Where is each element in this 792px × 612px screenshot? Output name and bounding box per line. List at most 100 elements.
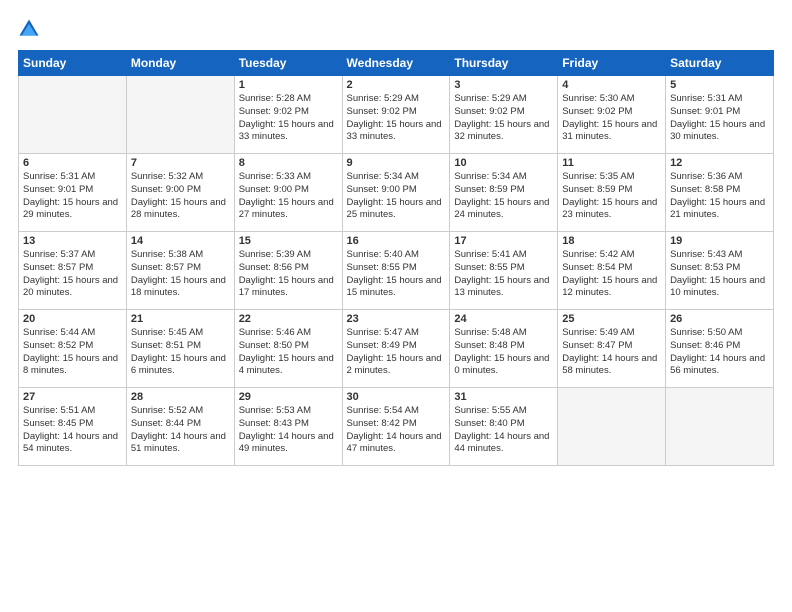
calendar-cell: 1 Sunrise: 5:28 AM Sunset: 9:02 PM Daylig… (234, 76, 342, 154)
day-info: Sunrise: 5:49 AM Sunset: 8:47 PM Dayligh… (562, 327, 661, 378)
day-info: Sunrise: 5:35 AM Sunset: 8:59 PM Dayligh… (562, 171, 661, 222)
day-info: Sunrise: 5:31 AM Sunset: 9:01 PM Dayligh… (670, 93, 769, 144)
calendar-cell: 12 Sunrise: 5:36 AM Sunset: 8:58 PM Dayli… (666, 154, 774, 232)
calendar-header-thursday: Thursday (450, 51, 558, 76)
day-info: Sunrise: 5:43 AM Sunset: 8:53 PM Dayligh… (670, 249, 769, 300)
page: SundayMondayTuesdayWednesdayThursdayFrid… (0, 0, 792, 612)
day-number: 5 (670, 79, 769, 91)
calendar-cell: 20 Sunrise: 5:44 AM Sunset: 8:52 PM Dayli… (19, 310, 127, 388)
day-info: Sunrise: 5:39 AM Sunset: 8:56 PM Dayligh… (239, 249, 338, 300)
day-info: Sunrise: 5:45 AM Sunset: 8:51 PM Dayligh… (131, 327, 230, 378)
day-info: Sunrise: 5:33 AM Sunset: 9:00 PM Dayligh… (239, 171, 338, 222)
calendar-week-row: 13 Sunrise: 5:37 AM Sunset: 8:57 PM Dayli… (19, 232, 774, 310)
day-info: Sunrise: 5:55 AM Sunset: 8:40 PM Dayligh… (454, 405, 553, 456)
day-number: 12 (670, 157, 769, 169)
calendar-header-saturday: Saturday (666, 51, 774, 76)
day-number: 10 (454, 157, 553, 169)
calendar-cell: 3 Sunrise: 5:29 AM Sunset: 9:02 PM Daylig… (450, 76, 558, 154)
day-number: 17 (454, 235, 553, 247)
day-info: Sunrise: 5:31 AM Sunset: 9:01 PM Dayligh… (23, 171, 122, 222)
day-info: Sunrise: 5:30 AM Sunset: 9:02 PM Dayligh… (562, 93, 661, 144)
day-number: 4 (562, 79, 661, 91)
day-info: Sunrise: 5:38 AM Sunset: 8:57 PM Dayligh… (131, 249, 230, 300)
day-info: Sunrise: 5:47 AM Sunset: 8:49 PM Dayligh… (347, 327, 446, 378)
calendar-cell: 24Sunrise: 5:48 AM Sunset: 8:48 PM Dayli… (450, 310, 558, 388)
calendar-cell: 16 Sunrise: 5:40 AM Sunset: 8:55 PM Dayli… (342, 232, 450, 310)
day-info: Sunrise: 5:40 AM Sunset: 8:55 PM Dayligh… (347, 249, 446, 300)
calendar-cell: 21 Sunrise: 5:45 AM Sunset: 8:51 PM Dayli… (126, 310, 234, 388)
calendar-cell: 22 Sunrise: 5:46 AM Sunset: 8:50 PM Dayli… (234, 310, 342, 388)
calendar-cell: 10 Sunrise: 5:34 AM Sunset: 8:59 PM Dayli… (450, 154, 558, 232)
day-number: 11 (562, 157, 661, 169)
day-info: Sunrise: 5:28 AM Sunset: 9:02 PM Dayligh… (239, 93, 338, 144)
day-number: 19 (670, 235, 769, 247)
day-number: 2 (347, 79, 446, 91)
day-number: 21 (131, 313, 230, 325)
calendar-cell: 18Sunrise: 5:42 AM Sunset: 8:54 PM Dayli… (558, 232, 666, 310)
calendar-cell: 28 Sunrise: 5:52 AM Sunset: 8:44 PM Dayli… (126, 388, 234, 466)
day-info: Sunrise: 5:52 AM Sunset: 8:44 PM Dayligh… (131, 405, 230, 456)
calendar-cell: 19 Sunrise: 5:43 AM Sunset: 8:53 PM Dayli… (666, 232, 774, 310)
day-number: 6 (23, 157, 122, 169)
calendar-cell (19, 76, 127, 154)
day-number: 9 (347, 157, 446, 169)
day-info: Sunrise: 5:44 AM Sunset: 8:52 PM Dayligh… (23, 327, 122, 378)
calendar-cell: 6 Sunrise: 5:31 AM Sunset: 9:01 PM Daylig… (19, 154, 127, 232)
calendar-cell: 30Sunrise: 5:54 AM Sunset: 8:42 PM Dayli… (342, 388, 450, 466)
day-number: 14 (131, 235, 230, 247)
calendar-cell: 13 Sunrise: 5:37 AM Sunset: 8:57 PM Dayli… (19, 232, 127, 310)
calendar-header-friday: Friday (558, 51, 666, 76)
day-number: 20 (23, 313, 122, 325)
calendar-cell: 29 Sunrise: 5:53 AM Sunset: 8:43 PM Dayli… (234, 388, 342, 466)
calendar-header-monday: Monday (126, 51, 234, 76)
day-number: 30 (347, 391, 446, 403)
calendar-cell: 4 Sunrise: 5:30 AM Sunset: 9:02 PM Daylig… (558, 76, 666, 154)
calendar-cell: 7Sunrise: 5:32 AM Sunset: 9:00 PM Daylig… (126, 154, 234, 232)
calendar-cell: 17 Sunrise: 5:41 AM Sunset: 8:55 PM Dayli… (450, 232, 558, 310)
day-info: Sunrise: 5:48 AM Sunset: 8:48 PM Dayligh… (454, 327, 553, 378)
calendar-cell (558, 388, 666, 466)
day-info: Sunrise: 5:34 AM Sunset: 9:00 PM Dayligh… (347, 171, 446, 222)
day-info: Sunrise: 5:37 AM Sunset: 8:57 PM Dayligh… (23, 249, 122, 300)
day-info: Sunrise: 5:51 AM Sunset: 8:45 PM Dayligh… (23, 405, 122, 456)
calendar-week-row: 27Sunrise: 5:51 AM Sunset: 8:45 PM Dayli… (19, 388, 774, 466)
day-info: Sunrise: 5:29 AM Sunset: 9:02 PM Dayligh… (454, 93, 553, 144)
day-number: 1 (239, 79, 338, 91)
calendar-cell: 31 Sunrise: 5:55 AM Sunset: 8:40 PM Dayli… (450, 388, 558, 466)
calendar-header-sunday: Sunday (19, 51, 127, 76)
calendar-week-row: 20 Sunrise: 5:44 AM Sunset: 8:52 PM Dayli… (19, 310, 774, 388)
day-number: 29 (239, 391, 338, 403)
day-number: 22 (239, 313, 338, 325)
calendar-cell: 27Sunrise: 5:51 AM Sunset: 8:45 PM Dayli… (19, 388, 127, 466)
day-number: 13 (23, 235, 122, 247)
calendar-cell: 11 Sunrise: 5:35 AM Sunset: 8:59 PM Dayli… (558, 154, 666, 232)
calendar-header-row: SundayMondayTuesdayWednesdayThursdayFrid… (19, 51, 774, 76)
day-info: Sunrise: 5:46 AM Sunset: 8:50 PM Dayligh… (239, 327, 338, 378)
day-number: 25 (562, 313, 661, 325)
day-info: Sunrise: 5:29 AM Sunset: 9:02 PM Dayligh… (347, 93, 446, 144)
day-info: Sunrise: 5:36 AM Sunset: 8:58 PM Dayligh… (670, 171, 769, 222)
day-info: Sunrise: 5:53 AM Sunset: 8:43 PM Dayligh… (239, 405, 338, 456)
calendar-week-row: 6 Sunrise: 5:31 AM Sunset: 9:01 PM Daylig… (19, 154, 774, 232)
calendar-cell: 8 Sunrise: 5:33 AM Sunset: 9:00 PM Daylig… (234, 154, 342, 232)
logo (18, 18, 44, 40)
day-number: 3 (454, 79, 553, 91)
calendar-cell: 9 Sunrise: 5:34 AM Sunset: 9:00 PM Daylig… (342, 154, 450, 232)
day-info: Sunrise: 5:41 AM Sunset: 8:55 PM Dayligh… (454, 249, 553, 300)
day-number: 28 (131, 391, 230, 403)
calendar-week-row: 1 Sunrise: 5:28 AM Sunset: 9:02 PM Daylig… (19, 76, 774, 154)
calendar-cell: 15Sunrise: 5:39 AM Sunset: 8:56 PM Dayli… (234, 232, 342, 310)
day-info: Sunrise: 5:34 AM Sunset: 8:59 PM Dayligh… (454, 171, 553, 222)
day-number: 8 (239, 157, 338, 169)
day-number: 7 (131, 157, 230, 169)
calendar-cell: 26 Sunrise: 5:50 AM Sunset: 8:46 PM Dayli… (666, 310, 774, 388)
day-number: 23 (347, 313, 446, 325)
day-number: 26 (670, 313, 769, 325)
calendar-cell (666, 388, 774, 466)
calendar-cell: 25 Sunrise: 5:49 AM Sunset: 8:47 PM Dayli… (558, 310, 666, 388)
day-number: 16 (347, 235, 446, 247)
calendar-cell: 2 Sunrise: 5:29 AM Sunset: 9:02 PM Daylig… (342, 76, 450, 154)
day-info: Sunrise: 5:50 AM Sunset: 8:46 PM Dayligh… (670, 327, 769, 378)
day-number: 31 (454, 391, 553, 403)
header (18, 18, 774, 40)
